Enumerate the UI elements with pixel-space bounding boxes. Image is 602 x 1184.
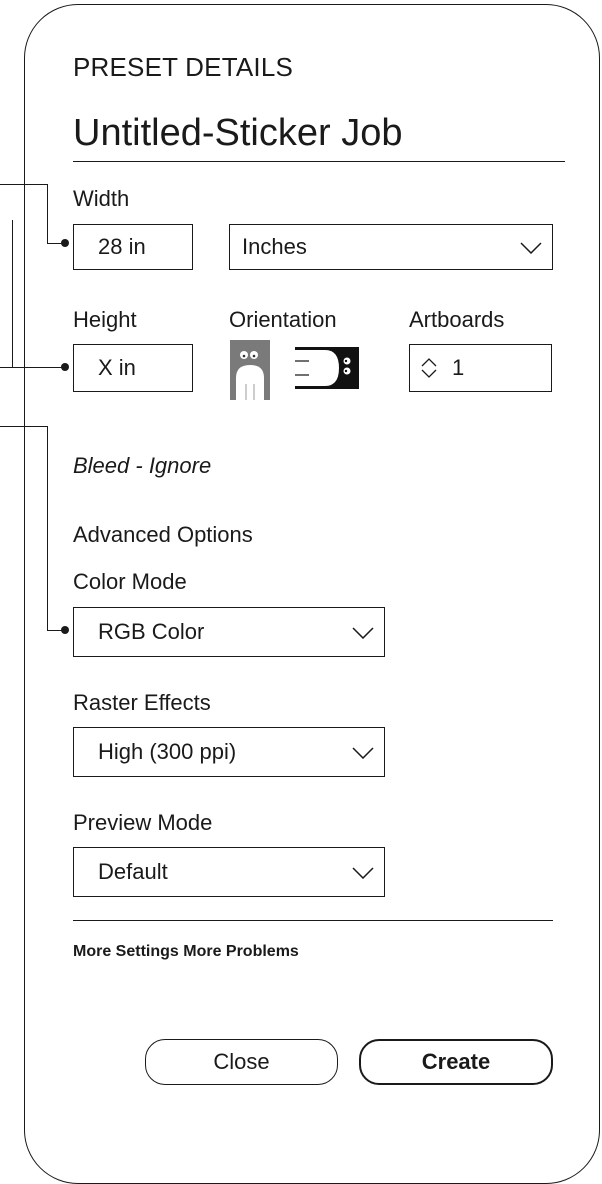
artboards-label: Artboards <box>409 307 505 332</box>
title-underline <box>73 161 565 162</box>
chevron-down-icon <box>352 627 374 639</box>
height-input[interactable]: X in <box>73 344 193 392</box>
landscape-figure <box>295 350 351 386</box>
color-mode-label: Color Mode <box>73 569 187 594</box>
preview-mode-select[interactable]: Default <box>73 847 385 897</box>
color-mode-select[interactable]: RGB Color <box>73 607 385 657</box>
connector-wire-height <box>0 220 13 368</box>
height-label: Height <box>73 307 137 332</box>
chevron-down-icon <box>520 242 542 254</box>
raster-effects-selected-value: High (300 ppi) <box>98 739 237 764</box>
footer-divider <box>73 920 553 921</box>
raster-effects-select[interactable]: High (300 ppi) <box>73 727 385 777</box>
units-selected-value: Inches <box>242 234 307 259</box>
color-mode-selected-value: RGB Color <box>98 619 205 644</box>
artboards-stepper[interactable]: 1 <box>409 344 552 392</box>
section-heading: PRESET DETAILS <box>73 52 294 82</box>
stepper-updown-icon[interactable] <box>420 356 438 380</box>
orientation-label: Orientation <box>229 307 337 332</box>
document-title[interactable]: Untitled-Sticker Job <box>73 112 402 155</box>
portrait-orientation-icon[interactable] <box>230 340 270 400</box>
width-value: 28 in <box>98 234 146 259</box>
more-settings-link[interactable]: More Settings More Problems <box>73 943 299 961</box>
preview-mode-selected-value: Default <box>98 859 168 884</box>
preview-mode-label: Preview Mode <box>73 810 213 835</box>
bleed-label[interactable]: Bleed - Ignore <box>73 453 211 479</box>
chevron-down-icon <box>352 867 374 879</box>
units-select[interactable]: Inches <box>229 224 553 270</box>
portrait-figure <box>236 351 264 400</box>
landscape-orientation-icon[interactable] <box>295 347 359 389</box>
width-input[interactable]: 28 in <box>73 224 193 270</box>
close-button[interactable]: Close <box>145 1039 338 1085</box>
advanced-options-heading[interactable]: Advanced Options <box>73 522 253 548</box>
height-value: X in <box>98 355 136 380</box>
chevron-down-icon <box>352 747 374 759</box>
create-button[interactable]: Create <box>359 1039 553 1085</box>
artboards-value: 1 <box>452 355 465 380</box>
raster-effects-label: Raster Effects <box>73 690 211 715</box>
width-label: Width <box>73 186 130 211</box>
